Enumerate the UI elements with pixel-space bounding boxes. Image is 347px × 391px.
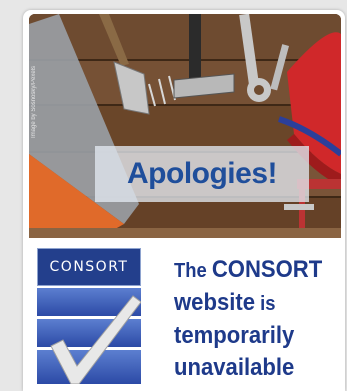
maintenance-card: Image by Sosnosky/Pexels Apologies! CONS… [23,10,345,391]
message-line-4: unavailable [174,354,295,381]
checkmark-icon [37,288,141,384]
unavailable-message: The CONSORT website is temporarily unava… [174,254,340,384]
hero-image: Image by Sosnosky/Pexels Apologies! [29,14,341,238]
message-line-3: temporarily [174,322,295,349]
apology-headline: Apologies! [127,157,278,190]
message-website: website [174,289,255,316]
photo-credit: Image by Sosnosky/Pexels [31,65,37,138]
consort-logo-label: CONSORT [49,259,129,275]
consort-logo-header: CONSORT [37,248,141,286]
message-line-1: The CONSORT [174,254,340,287]
message-line-1-pre: The [174,260,212,282]
message-brand: CONSORT [211,256,323,283]
message-is: is [254,293,276,315]
consort-logo: CONSORT [37,248,141,384]
tools-on-wood-illustration [29,14,341,238]
message-line-2: website is [174,287,340,320]
apology-banner: Apologies! [95,146,309,202]
